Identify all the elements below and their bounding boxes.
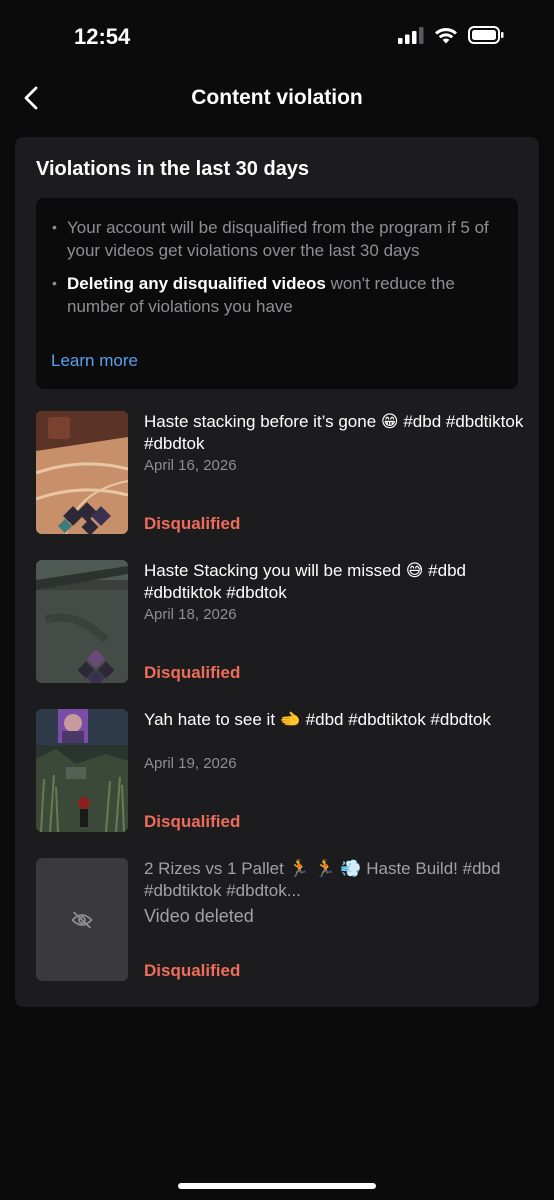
video-title: 2 Rizes vs 1 Pallet 🏃 🏃 💨 Haste Build! #… — [144, 859, 501, 900]
card-title: Violations in the last 30 days — [36, 158, 310, 180]
cellular-signal-icon — [398, 26, 424, 49]
status-bar: 12:54 — [0, 0, 554, 70]
video-date: April 19, 2026 — [144, 755, 237, 772]
video-item[interactable]: Yah hate to see it 🫲 #dbd #dbdtiktok #db… — [36, 709, 526, 858]
video-title: Haste stacking before it’s gone 😁 #dbd #… — [144, 412, 524, 453]
video-thumbnail[interactable] — [36, 709, 128, 832]
status-badge: Disqualified — [144, 514, 241, 533]
info-bullet-bold: Deleting any disqualified videos — [67, 274, 326, 293]
status-badge: Disqualified — [144, 812, 241, 831]
home-indicator — [178, 1183, 376, 1189]
video-item[interactable]: 2 Rizes vs 1 Pallet 🏃 🏃 💨 Haste Build! #… — [36, 858, 526, 1007]
info-bullet: Your account will be disqualified from t… — [52, 216, 502, 262]
video-thumbnail-placeholder — [36, 858, 128, 981]
learn-more-link[interactable]: Learn more — [51, 351, 138, 371]
video-title: Haste Stacking you will be missed 😅 #dbd… — [144, 561, 466, 602]
video-thumbnail[interactable] — [36, 411, 128, 534]
info-box: Your account will be disqualified from t… — [36, 198, 518, 389]
video-title: Yah hate to see it 🫲 #dbd #dbdtiktok #db… — [144, 710, 491, 729]
status-badge: Disqualified — [144, 663, 241, 682]
status-icons — [398, 26, 504, 49]
violations-card: Violations in the last 30 days Your acco… — [15, 137, 539, 1007]
page-title: Content violation — [191, 86, 363, 109]
battery-icon — [468, 26, 504, 49]
status-badge: Disqualified — [144, 961, 241, 980]
video-item[interactable]: Haste Stacking you will be missed 😅 #dbd… — [36, 560, 526, 709]
eye-slash-icon — [71, 911, 93, 929]
video-deleted-label: Video deleted — [144, 906, 254, 926]
video-list: Haste stacking before it’s gone 😁 #dbd #… — [36, 411, 526, 1007]
video-item[interactable]: Haste stacking before it’s gone 😁 #dbd #… — [36, 411, 526, 560]
video-thumbnail[interactable] — [36, 560, 128, 683]
nav-header: Content violation — [0, 70, 554, 130]
wifi-icon — [434, 26, 458, 49]
video-date: April 16, 2026 — [144, 457, 237, 474]
status-time: 12:54 — [74, 24, 131, 49]
video-date: April 18, 2026 — [144, 606, 237, 623]
info-bullet-text: Your account will be disqualified from t… — [67, 218, 489, 260]
info-bullet: Deleting any disqualified videos won't r… — [52, 272, 502, 318]
